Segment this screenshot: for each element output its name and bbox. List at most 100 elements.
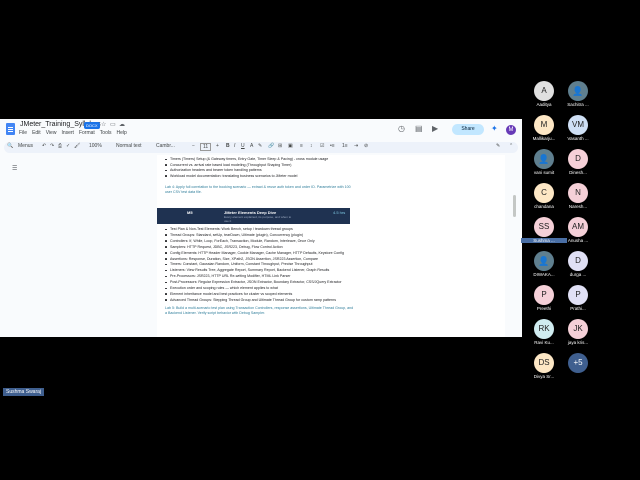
participant-tile[interactable]: VM Vasanth ...: [555, 115, 601, 148]
font-select[interactable]: Cambr...: [156, 143, 175, 149]
underline-icon[interactable]: U: [241, 143, 245, 149]
formatting-toolbar: 🔍 Menus ↶ ↷ ⎙ ✓ 🖌 100% Normal text Cambr…: [4, 142, 518, 153]
list-item: Config Elements: HTTP Header Manager, Co…: [170, 250, 345, 255]
scrollbar[interactable]: [513, 195, 516, 217]
bullet-list-icon[interactable]: •≡: [330, 143, 335, 149]
list-item: Authorization headers and bearer token h…: [170, 168, 262, 172]
module-header-m5: M5 JMeter Elements Deep Dive Every eleme…: [157, 208, 350, 224]
menus-button[interactable]: Menus: [18, 143, 33, 149]
link-icon[interactable]: 🔗: [268, 143, 274, 149]
text-color-icon[interactable]: A: [250, 143, 253, 149]
checklist-icon[interactable]: ☑: [320, 143, 324, 149]
chevron-up-icon[interactable]: ⌃: [509, 143, 513, 149]
menu-item-help[interactable]: Help: [116, 130, 126, 136]
module-subtitle: Every element explained, its purpose, an…: [224, 215, 292, 223]
lab4-text: Lab 4: Apply full correlation to the boo…: [165, 185, 351, 194]
list-item: Post-Processors: Regular Expression Extr…: [170, 280, 342, 285]
indent-icon[interactable]: ⇥: [354, 143, 358, 149]
bullet-icon: [165, 252, 167, 254]
participant-name: Prathi...: [570, 306, 586, 311]
participant-avatar: C: [534, 183, 554, 203]
participant-avatar: VM: [568, 115, 588, 135]
increase-font-icon[interactable]: +: [216, 143, 219, 149]
self-name-label: Sushma Swaraj: [3, 388, 45, 396]
zoom-select[interactable]: 100%: [89, 143, 102, 149]
menu-item-insert[interactable]: Insert: [61, 130, 74, 136]
video-icon[interactable]: ▶: [432, 124, 438, 133]
history-icon[interactable]: ◷: [398, 124, 405, 133]
folder-icon[interactable]: ▭: [110, 121, 116, 128]
line-spacing-icon[interactable]: ↕: [310, 143, 313, 149]
search-icon[interactable]: 🔍: [7, 143, 13, 149]
outline-icon[interactable]: ☰: [12, 165, 17, 172]
participant-name: jaya kris...: [567, 340, 589, 345]
participant-avatar: D: [568, 251, 588, 271]
person-icon: 👤: [534, 251, 554, 271]
cloud-icon[interactable]: ☁: [119, 121, 125, 128]
align-icon[interactable]: ≡: [300, 143, 303, 149]
undo-icon[interactable]: ↶: [42, 143, 46, 149]
list-item: Assertions: Response, Duration, Size, XP…: [170, 256, 319, 261]
bullet-icon: [165, 281, 167, 284]
participant-name: Vasanth ...: [567, 136, 589, 141]
list-item: Timers (Timers) Setup (& Gateway timers,…: [170, 157, 329, 161]
participant-tile[interactable]: Ddurga ...: [555, 251, 601, 284]
print-icon[interactable]: ⎙: [58, 143, 62, 149]
title-bar: JMeter_Training_Syllabus DOCX ☆ ▭ ☁ File…: [0, 119, 522, 141]
font-size-input[interactable]: 11: [200, 143, 212, 151]
participant-avatar: D: [568, 149, 588, 169]
edit-mode-icon[interactable]: ✎: [496, 143, 500, 149]
bullet-icon: [165, 240, 167, 242]
share-button[interactable]: Share: [452, 124, 484, 135]
bullet-icon: [165, 258, 167, 260]
file-type-badge: DOCX: [84, 122, 100, 129]
list-item: Timers: Constant, Gaussian Random, Unifo…: [170, 262, 313, 267]
participant-avatar: AM: [568, 217, 588, 237]
participant-tile[interactable]: 👤 Sachitra ...: [555, 81, 601, 114]
menu-item-tools[interactable]: Tools: [100, 130, 112, 136]
menu-item-format[interactable]: Format: [79, 130, 95, 136]
participant-tile[interactable]: P Prathi...: [555, 285, 601, 318]
star-icon[interactable]: ☆: [101, 121, 106, 128]
bold-icon[interactable]: B: [226, 143, 230, 149]
highlight-icon[interactable]: ✎: [258, 143, 262, 149]
menu-bar: File Edit View Insert Format Tools Help: [19, 130, 132, 136]
bullet-icon: [165, 269, 167, 272]
clear-format-icon[interactable]: ⊘: [364, 143, 368, 149]
gemini-icon[interactable]: ✦: [491, 124, 498, 133]
participant-tile[interactable]: D Dinesh...: [555, 149, 601, 182]
bullet-icon: [165, 169, 167, 171]
bullet-icon: [165, 263, 167, 266]
bullet-icon: [165, 175, 167, 177]
redo-icon[interactable]: ↷: [50, 143, 54, 149]
italic-icon[interactable]: I: [234, 143, 235, 149]
comment-icon[interactable]: ▤: [415, 124, 423, 133]
bullet-icon: [165, 287, 167, 289]
spellcheck-icon[interactable]: ✓: [66, 143, 70, 149]
document-page[interactable]: Timers (Timers) Setup (& Gateway timers,…: [157, 155, 505, 337]
list-item: Listeners: View Results Tree, Aggregate …: [170, 268, 330, 273]
participant-name: Anusha ...: [567, 238, 589, 243]
bullet-icon: [165, 293, 167, 295]
style-select[interactable]: Normal text: [116, 143, 142, 149]
menu-item-view[interactable]: View: [46, 130, 57, 136]
list-item: Thread Groups: Standard, setUp, tearDown…: [170, 232, 304, 237]
comment-add-icon[interactable]: ⊞: [278, 143, 282, 149]
participant-name: Naresh...: [568, 204, 588, 209]
participant-tile[interactable]: N Naresh...: [555, 183, 601, 216]
participant-tile[interactable]: AM Anusha ...: [555, 217, 601, 250]
menu-item-edit[interactable]: Edit: [32, 130, 41, 136]
menu-item-file[interactable]: File: [19, 130, 27, 136]
participant-tile[interactable]: JK jaya kris...: [555, 319, 601, 352]
decrease-font-icon[interactable]: −: [192, 143, 195, 149]
numbered-list-icon[interactable]: 1≡: [342, 143, 348, 149]
bullet-icon: [165, 246, 167, 248]
image-icon[interactable]: ▣: [288, 143, 293, 149]
participant-avatar: DS: [534, 353, 554, 373]
participant-avatar: +5: [568, 353, 588, 373]
participant-tile[interactable]: +5: [555, 353, 601, 386]
avatar[interactable]: M: [506, 125, 516, 135]
docs-logo-icon: [6, 123, 15, 135]
paint-format-icon[interactable]: 🖌: [74, 143, 80, 149]
list-item: Advanced Thread Groups: Stepping Thread …: [170, 297, 337, 302]
